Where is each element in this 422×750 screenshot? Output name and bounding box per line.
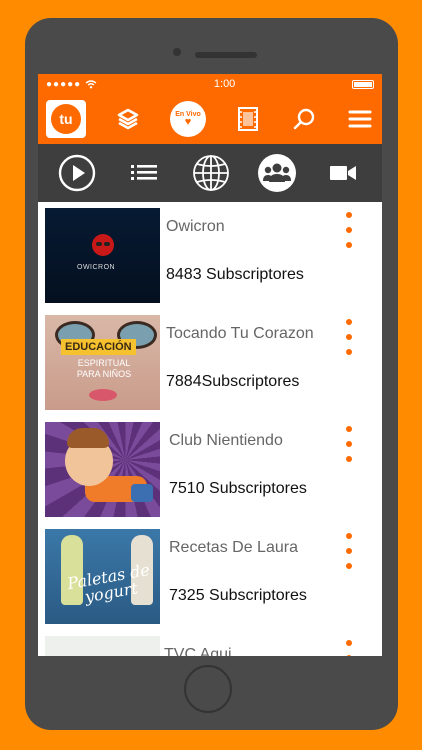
toolbar: tu En Vivo ♥: [38, 94, 382, 144]
more-options-icon[interactable]: [344, 640, 354, 656]
subscriber-count: 7884Subscriptores: [166, 373, 300, 390]
channel-thumbnail[interactable]: [45, 422, 160, 517]
subscriber-count: 7510 Subscriptores: [169, 480, 307, 497]
tab-video[interactable]: [323, 153, 363, 193]
status-bar: ●●●●● 1:00: [38, 74, 382, 94]
more-options-icon[interactable]: [344, 533, 354, 569]
app-logo[interactable]: tu: [46, 100, 86, 138]
subscriber-count: 8483 Subscriptores: [166, 266, 304, 283]
tab-list[interactable]: [124, 153, 164, 193]
tab-community[interactable]: [257, 154, 296, 192]
home-button[interactable]: [184, 665, 232, 713]
film-icon[interactable]: [234, 105, 262, 133]
channel-name[interactable]: Recetas De Laura: [169, 539, 298, 557]
channel-thumbnail[interactable]: OWICRON: [45, 208, 160, 303]
battery-icon: [352, 79, 374, 89]
globe-icon: [193, 155, 229, 191]
thumbnail-text: EDUCACIÓN: [61, 339, 136, 355]
app-screen: ●●●●● 1:00 tu En Vivo ♥ OWICRON Owicron …: [38, 74, 382, 656]
channel-thumbnail[interactable]: Paletas de yogurt: [45, 529, 160, 624]
group-icon: [262, 163, 291, 182]
live-button[interactable]: En Vivo ♥: [170, 101, 206, 137]
list-icon: [131, 165, 158, 180]
owl-logo: [92, 234, 114, 256]
channel-thumbnail[interactable]: EDUCACIÓN ESPIRITUAL PARA NIÑOS: [45, 315, 160, 410]
tab-play[interactable]: [57, 153, 97, 193]
status-time: 1:00: [213, 78, 236, 90]
wifi-icon: [85, 79, 97, 88]
channel-name[interactable]: Owicron: [166, 218, 225, 236]
channel-name[interactable]: Tocando Tu Corazon: [166, 325, 314, 343]
play-icon: [59, 154, 96, 192]
hamburger-menu-icon[interactable]: [346, 105, 374, 133]
tab-bar: [38, 144, 382, 202]
list-item[interactable]: EDUCACIÓN ESPIRITUAL PARA NIÑOS Tocando …: [38, 309, 382, 416]
heart-icon: ♥: [184, 116, 192, 128]
channel-name[interactable]: Club Nientiendo: [169, 432, 283, 450]
channel-name[interactable]: TVC Aqui: [164, 646, 232, 656]
signal-icon: ●●●●●: [46, 78, 82, 90]
list-item[interactable]: Club Nientiendo 7510 Subscriptores: [38, 416, 382, 523]
more-options-icon[interactable]: [344, 426, 354, 462]
speaker: [195, 52, 257, 58]
list-item[interactable]: TVC Aqui: [38, 630, 382, 656]
channel-list: OWICRON Owicron 8483 Subscriptores EDUCA…: [38, 202, 382, 656]
list-item[interactable]: OWICRON Owicron 8483 Subscriptores: [38, 202, 382, 309]
more-options-icon[interactable]: [344, 319, 354, 355]
thumbnail-text: OWICRON: [77, 264, 116, 271]
tab-globe[interactable]: [191, 153, 231, 193]
subscriber-count: 7325 Subscriptores: [169, 587, 307, 604]
search-icon[interactable]: [290, 105, 318, 133]
layers-icon[interactable]: [114, 105, 142, 133]
video-camera-icon: [329, 166, 356, 180]
list-item[interactable]: Paletas de yogurt Recetas De Laura 7325 …: [38, 523, 382, 630]
camera: [173, 48, 181, 56]
logo-text: tu: [51, 104, 81, 134]
channel-thumbnail[interactable]: [45, 636, 160, 656]
more-options-icon[interactable]: [344, 212, 354, 248]
thumbnail-subtext: ESPIRITUAL PARA NIÑOS: [76, 358, 132, 379]
